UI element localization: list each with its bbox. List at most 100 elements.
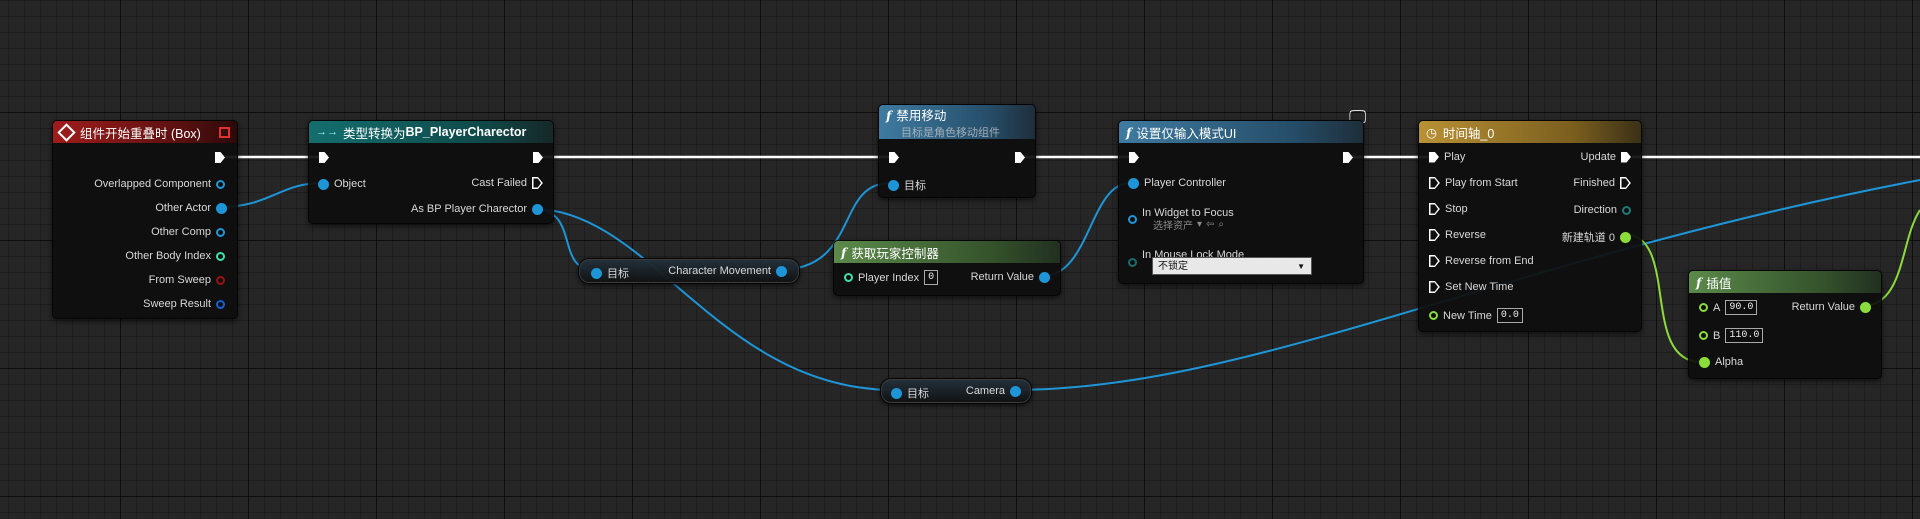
pin-stop[interactable]: Stop: [1429, 203, 1468, 215]
pin-reverse[interactable]: Reverse: [1429, 229, 1486, 241]
pin-label: Return Value: [970, 271, 1034, 283]
set-input-mode-title: 设置仅输入模式UI: [1136, 126, 1237, 141]
pin-new-track-0[interactable]: 新建轨道 0: [1562, 229, 1631, 245]
pin-direction[interactable]: Direction: [1574, 204, 1631, 216]
a-value-input[interactable]: 90.0: [1725, 300, 1758, 315]
pin-player-index[interactable]: Player Index 0: [844, 270, 939, 285]
integer-pin-icon: [216, 251, 225, 261]
search-icon[interactable]: ⌕: [1218, 219, 1224, 230]
pin-camera[interactable]: Camera: [966, 385, 1021, 397]
exec-out-pin[interactable]: [1343, 152, 1353, 163]
timeline-header[interactable]: ◷ 时间轴_0: [1419, 121, 1641, 143]
exec-in-pin[interactable]: [319, 152, 329, 163]
timeline-clock-icon: ◷: [1426, 125, 1437, 140]
chevron-down-icon: ▼: [1297, 262, 1305, 271]
pin-overlapped-component[interactable]: Overlapped Component: [94, 178, 225, 190]
exec-pin-icon: [1621, 151, 1631, 163]
disable-movement-header[interactable]: f 禁用移动 目标是角色移动组件: [879, 105, 1035, 139]
arrow-icon[interactable]: ⇦: [1206, 219, 1214, 230]
overlap-event-node[interactable]: 组件开始重叠时 (Box) Overlapped Component Other…: [52, 120, 238, 319]
chevron-down-icon: ▾: [1197, 219, 1203, 230]
new-time-input[interactable]: 0.0: [1496, 308, 1523, 323]
pin-label: Alpha: [1715, 356, 1744, 368]
pin-set-new-time[interactable]: Set New Time: [1429, 281, 1513, 293]
object-pin-icon: [776, 265, 787, 277]
disable-movement-subtitle: 目标是角色移动组件: [901, 126, 1000, 139]
pin-label: Overlapped Component: [94, 178, 211, 190]
object-pin-icon: [216, 227, 225, 237]
pin-label: 目标: [907, 388, 929, 400]
pin-target[interactable]: 目标: [891, 385, 929, 401]
object-pin-icon: [1039, 271, 1050, 283]
exec-pin-icon: [532, 177, 543, 189]
timeline-node[interactable]: ◷ 时间轴_0 Play Play from Start Stop Reverse…: [1418, 120, 1642, 332]
pin-label: 目标: [607, 268, 629, 280]
enum-pin-icon: [1128, 258, 1137, 267]
get-player-controller-header[interactable]: f 获取玩家控制器: [834, 241, 1060, 263]
exec-out-pin[interactable]: [533, 152, 543, 163]
set-input-mode-node[interactable]: f 设置仅输入模式UI Player Controller In Widget t…: [1118, 120, 1364, 284]
pin-b[interactable]: B 110.0: [1699, 328, 1764, 343]
cast-node[interactable]: →→ 类型转换为 BP_PlayerCharector Object Cast …: [308, 120, 554, 224]
pin-object[interactable]: Object: [318, 178, 366, 190]
close-delegate-icon[interactable]: [219, 126, 230, 138]
lerp-header[interactable]: f 插值: [1689, 271, 1881, 293]
object-pin-icon: [1128, 215, 1137, 224]
float-pin-icon: [1860, 301, 1871, 313]
pin-label: Update: [1580, 151, 1616, 163]
struct-pin-icon: [216, 299, 225, 309]
pin-other-body-index[interactable]: Other Body Index: [125, 250, 225, 262]
player-index-input[interactable]: 0: [924, 270, 939, 285]
disable-movement-node[interactable]: f 禁用移动 目标是角色移动组件 目标: [878, 104, 1036, 198]
exec-in-pin[interactable]: [889, 152, 899, 163]
pin-alpha[interactable]: Alpha: [1699, 356, 1743, 368]
pin-from-sweep[interactable]: From Sweep: [149, 274, 225, 286]
pin-target[interactable]: 目标: [888, 177, 926, 193]
object-pin-icon: [888, 179, 899, 191]
get-player-controller-node[interactable]: f 获取玩家控制器 Player Index 0 Return Value: [833, 240, 1061, 296]
b-value-input[interactable]: 110.0: [1725, 328, 1764, 343]
float-pin-icon: [1699, 331, 1708, 340]
pin-return-value[interactable]: Return Value: [971, 271, 1050, 283]
cast-icon: →→: [316, 126, 338, 138]
pin-play[interactable]: Play: [1429, 151, 1465, 163]
pin-label: 新建轨道 0: [1561, 232, 1615, 244]
asset-picker[interactable]: 选择资产 ▾ ⇦ ⌕: [1153, 217, 1224, 232]
lerp-node[interactable]: f 插值 A 90.0 B 110.0 Alpha Return Value: [1688, 270, 1882, 379]
pin-update[interactable]: Update: [1581, 151, 1631, 163]
exec-in-pin[interactable]: [1129, 152, 1139, 163]
pin-character-movement[interactable]: Character Movement: [668, 265, 787, 277]
pin-other-comp[interactable]: Other Comp: [151, 226, 225, 238]
set-input-mode-header[interactable]: f 设置仅输入模式UI: [1119, 121, 1363, 143]
character-movement-getter[interactable]: 目标 Character Movement: [578, 258, 800, 284]
pin-play-from-start[interactable]: Play from Start: [1429, 177, 1518, 189]
pin-sweep-result[interactable]: Sweep Result: [143, 298, 225, 310]
pin-label: Character Movement: [668, 265, 771, 277]
pin-cast-failed[interactable]: Cast Failed: [471, 177, 543, 189]
pin-label: From Sweep: [148, 274, 211, 286]
pin-return-value[interactable]: Return Value: [1792, 301, 1871, 313]
pin-label: Direction: [1573, 204, 1617, 216]
pin-reverse-from-end[interactable]: Reverse from End: [1429, 255, 1534, 267]
exec-out-pin[interactable]: [215, 152, 225, 163]
pin-label: Player Controller: [1144, 177, 1226, 189]
pin-new-time[interactable]: New Time 0.0: [1429, 308, 1523, 323]
pin-a[interactable]: A 90.0: [1699, 300, 1758, 315]
object-pin-icon: [591, 267, 602, 279]
exec-out-pin[interactable]: [1015, 152, 1025, 163]
overlap-event-header[interactable]: 组件开始重叠时 (Box): [53, 121, 237, 143]
pin-target[interactable]: 目标: [591, 265, 629, 281]
cast-header[interactable]: →→ 类型转换为 BP_PlayerCharector: [309, 121, 553, 143]
exec-pin-icon: [1429, 229, 1440, 241]
float-pin-icon: [1429, 311, 1438, 320]
pin-as-bp-player[interactable]: As BP Player Charector: [411, 203, 543, 215]
pin-finished[interactable]: Finished: [1573, 177, 1631, 189]
pin-label: A: [1713, 301, 1721, 314]
pin-label: Play from Start: [1445, 177, 1518, 189]
pin-label: Camera: [965, 385, 1005, 397]
pin-player-controller[interactable]: Player Controller: [1128, 177, 1226, 189]
pin-label: Reverse: [1445, 229, 1486, 241]
camera-getter[interactable]: 目标 Camera: [880, 378, 1032, 404]
pin-other-actor[interactable]: Other Actor: [155, 202, 227, 214]
mouse-lock-dropdown[interactable]: 不锁定 ▼: [1152, 257, 1312, 275]
